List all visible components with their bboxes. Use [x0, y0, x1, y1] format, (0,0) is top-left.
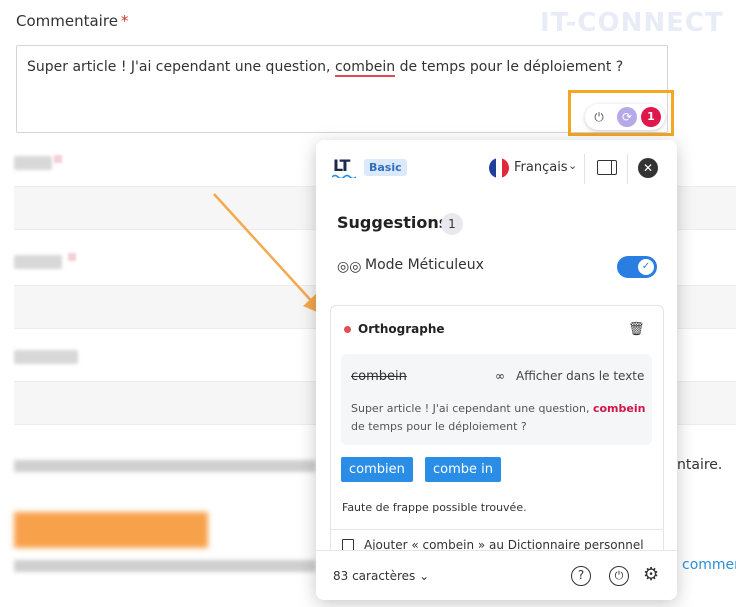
chevron-down-icon: ⌄ — [419, 569, 430, 583]
character-count-dropdown[interactable]: 83 caractères ⌄ — [333, 569, 429, 583]
category-dot — [344, 326, 351, 333]
divider — [627, 154, 628, 184]
trash-icon[interactable]: 🗑 — [628, 322, 645, 337]
suggestion-button-combien[interactable]: combien — [341, 457, 413, 482]
logo-wave-icon — [332, 174, 356, 178]
divider — [330, 529, 664, 530]
glasses-icon: ◎◎ — [337, 259, 362, 275]
chevron-down-icon[interactable]: ⌄ — [568, 159, 577, 172]
plan-badge: Basic — [364, 159, 407, 176]
context-highlight: combein — [592, 402, 646, 415]
help-icon[interactable]: ? — [571, 566, 591, 586]
languagetool-panel: LT Basic Français ⌄ ✕ Suggestions 1 ◎◎ M… — [316, 140, 677, 600]
suggestions-title: Suggestions — [337, 213, 449, 232]
close-button[interactable]: ✕ — [638, 158, 658, 178]
suggestions-count-badge: 1 — [441, 213, 463, 235]
context-sentence: Super article ! J'ai cependant une quest… — [351, 402, 646, 433]
french-flag-icon[interactable] — [489, 158, 509, 178]
binoculars-icon[interactable]: ∞ — [495, 369, 505, 383]
language-selector[interactable]: Français — [514, 160, 568, 175]
divider — [584, 154, 585, 184]
languagetool-logo: LT — [333, 156, 350, 175]
picky-mode-toggle[interactable]: ✓ — [617, 256, 657, 278]
suggestion-button-combe-in[interactable]: combe in — [425, 457, 501, 482]
power-icon[interactable]: ⏻ — [609, 566, 629, 586]
show-in-text-link[interactable]: Afficher dans le texte — [516, 369, 644, 383]
original-word: combein — [351, 369, 407, 384]
gear-icon[interactable]: ⚙ — [643, 564, 659, 585]
check-icon: ✓ — [638, 259, 654, 275]
picky-mode-label: Mode Méticuleux — [365, 257, 484, 273]
error-description: Faute de frappe possible trouvée. — [342, 501, 527, 514]
sidebar-toggle-icon[interactable] — [597, 160, 617, 175]
category-label: Orthographe — [358, 322, 445, 336]
